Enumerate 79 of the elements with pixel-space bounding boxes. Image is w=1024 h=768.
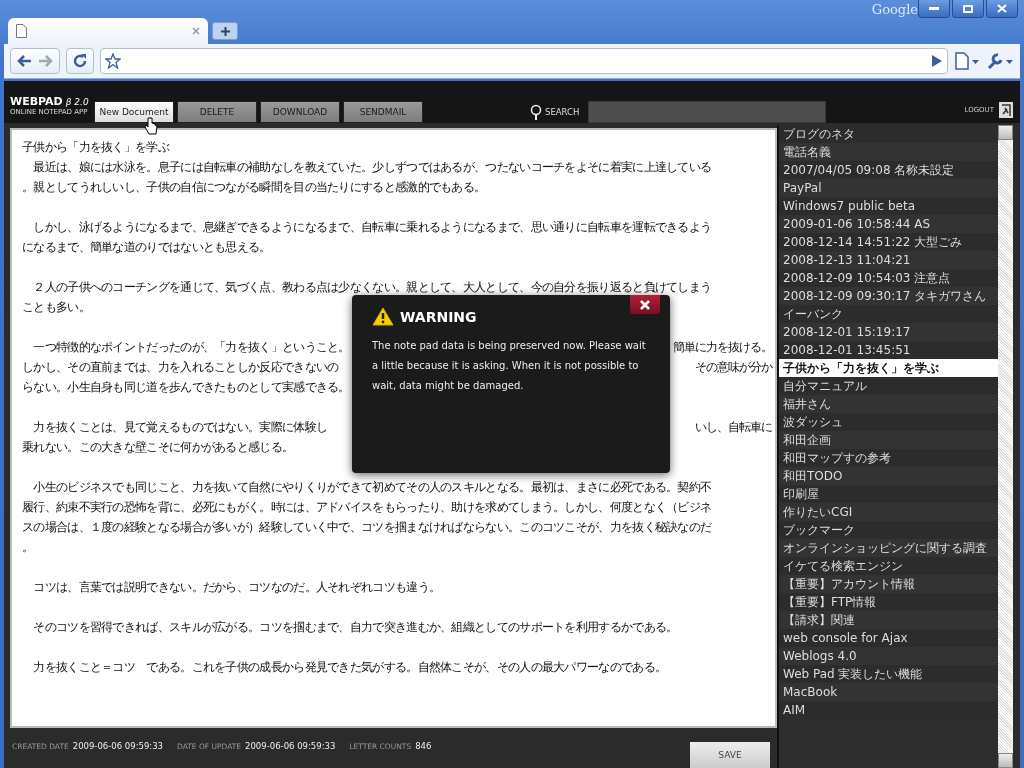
search-field[interactable] bbox=[588, 101, 827, 123]
toolbar-button[interactable]: DOWNLOAD bbox=[260, 101, 340, 123]
toolbar-button[interactable]: New Document bbox=[94, 101, 174, 123]
note-list-item[interactable]: 2008-12-13 11:04:21 bbox=[779, 251, 998, 269]
plus-icon bbox=[220, 26, 230, 36]
wrench-menu-icon[interactable] bbox=[986, 52, 1014, 70]
hand-cursor-icon bbox=[144, 117, 158, 135]
note-line: スの場合は、１度の経験となる場合が多いが）経験していく中で、コツを掴まなければならない。このコツこそが、力を抜く秘訣なのだ bbox=[22, 520, 712, 534]
note-list-item[interactable]: PayPal bbox=[779, 179, 998, 197]
note-line: ことも多い。 bbox=[22, 300, 90, 314]
note-line: しかし、泳げるようになるまで、息継ぎできるようになるまで、自転車に乗れるようになるまで、思い通りに自転車を運転できるよう bbox=[32, 220, 712, 234]
note-list-item[interactable]: 和田TODO bbox=[779, 467, 998, 485]
close-icon bbox=[997, 4, 1007, 13]
warning-icon bbox=[372, 307, 394, 326]
minimize-button[interactable] bbox=[918, 0, 950, 18]
note-list-item[interactable]: 作りたいCGI bbox=[779, 503, 998, 521]
close-button[interactable] bbox=[986, 0, 1018, 18]
navigation-buttons[interactable] bbox=[10, 48, 60, 74]
reload-button[interactable] bbox=[66, 48, 94, 74]
note-list-item[interactable]: 2009-01-06 10:58:44 AS bbox=[779, 215, 998, 233]
note-line: 履行、約束不実行の恐怖を背に、必死にもがく。時には、アドバイスをもらったり、助けを求めてしまう。しかし、何度となく（ビジネ bbox=[22, 500, 712, 514]
search-label: SEARCH bbox=[545, 107, 580, 117]
note-list-item[interactable]: 子供から「力を抜く」を学ぶ bbox=[779, 359, 998, 377]
note-list-item[interactable]: Weblogs 4.0 bbox=[779, 647, 998, 665]
search-icon bbox=[530, 104, 542, 120]
note-line: そのコツを習得できれば、スキルが広がる。コツを掴むまで、自力で突き進むか、組織としてのサポートを利用するかである。 bbox=[32, 620, 678, 634]
new-tab-button[interactable] bbox=[212, 22, 238, 40]
note-line: いし、自転車に bbox=[695, 420, 772, 434]
note-list-item[interactable]: 2008-12-01 15:19:17 bbox=[779, 323, 998, 341]
note-line: 乗れない。この大きな壁こそに何かがあると感じる。 bbox=[22, 440, 294, 454]
note-line: 力を抜くこと＝コツ である。これを子供の成長から発見できた気がする。自然体こそが、その人の最大パワーなのである。 bbox=[32, 660, 667, 674]
app-logo: WEBPAD β 2.0 bbox=[10, 94, 90, 108]
note-list-item[interactable]: 和田企画 bbox=[779, 431, 998, 449]
note-list-item[interactable]: MacBook bbox=[779, 683, 998, 701]
note-line: 簡単に力を抜ける。 bbox=[673, 340, 772, 354]
brand-label: Google bbox=[871, 2, 918, 17]
note-list-item[interactable]: 2008-12-09 09:30:17 タキガワさん bbox=[779, 287, 998, 305]
note-line: 小生のビジネスでも同じこと、力を抜いて自然にやりくりができて初めてその人のスキルとなる。最初は、まさに必死である。契約不 bbox=[32, 480, 712, 494]
back-arrow-icon[interactable] bbox=[16, 54, 32, 68]
meta-value: 2009-06-06 09:59:33 bbox=[245, 741, 336, 751]
close-icon bbox=[640, 299, 650, 310]
minimize-icon bbox=[929, 6, 939, 11]
note-list-item[interactable]: 【重要】アカウント情報 bbox=[779, 575, 998, 593]
note-line: その意味が分か bbox=[695, 360, 772, 374]
scroll-up-button[interactable] bbox=[998, 125, 1013, 140]
note-line: 。親としてうれしいし、子供の自信につながる瞬間を目の当たりにすると感激的でもある。 bbox=[22, 180, 486, 194]
note-list-item[interactable]: 福井さん bbox=[779, 395, 998, 413]
dialog-title: WARNING bbox=[400, 308, 477, 325]
note-title: 子供から「力を抜く」を学ぶ bbox=[22, 140, 169, 154]
maximize-icon bbox=[963, 4, 973, 13]
exit-door-icon[interactable] bbox=[998, 101, 1014, 119]
note-line: 。 bbox=[22, 540, 34, 554]
maximize-button[interactable] bbox=[952, 0, 984, 18]
note-line: 最近は、娘には水泳を。息子には自転車の補助なしを教えていた。少しずつではあるが、つたないコーチをよそに着実に上達している bbox=[32, 160, 712, 174]
star-icon[interactable] bbox=[105, 53, 121, 69]
meta-value: 846 bbox=[415, 741, 432, 751]
reload-icon bbox=[72, 53, 88, 69]
save-button[interactable]: SAVE bbox=[690, 742, 770, 768]
note-line: ２人の子供へのコーチングを通じて、気づく点、教わる点は少なくない。親として、大人として、今の自分を振り返ると負けてしまう bbox=[32, 280, 712, 294]
note-line: 一つ特徴的なポイントだったのが、「力を抜く」ということ。 bbox=[32, 340, 350, 354]
scrollbar[interactable] bbox=[998, 125, 1013, 768]
note-line: らない。小生自身も同じ道を歩んできたものとして実感できる。 bbox=[22, 380, 350, 394]
dialog-message: The note pad data is being preserved now. Please wait a little because it is asking. When it is not possible to wait, data might be damaged. bbox=[372, 339, 647, 393]
page-icon bbox=[16, 24, 27, 38]
note-line: しかし、その直前までは、力を入れることしか反応できないの bbox=[22, 360, 339, 374]
scroll-down-button[interactable] bbox=[998, 753, 1013, 768]
note-line: になるまで、簡単な道のりではないとも思える。 bbox=[22, 240, 271, 254]
toolbar-button[interactable]: DELETE bbox=[177, 101, 257, 123]
close-icon[interactable] bbox=[192, 27, 200, 35]
play-icon[interactable] bbox=[931, 55, 943, 67]
close-button[interactable] bbox=[630, 295, 660, 314]
toolbar-button[interactable]: SENDMAIL bbox=[343, 101, 423, 123]
note-list-item[interactable]: 【請求】関連 bbox=[779, 611, 998, 629]
note-line: 力を抜くことは、見て覚えるものではない。実際に体験し bbox=[32, 420, 328, 434]
meta-value: 2009-06-06 09:59:33 bbox=[72, 741, 163, 751]
page-menu-icon[interactable] bbox=[954, 52, 980, 70]
note-line: コツは、言葉では説明できない。だから、コツなのだ。人それぞれコツも違う。 bbox=[32, 580, 441, 594]
note-list-item[interactable]: 電話名義 bbox=[779, 143, 998, 161]
note-list-item[interactable]: オンラインショッピングに関する調査 bbox=[779, 539, 998, 557]
